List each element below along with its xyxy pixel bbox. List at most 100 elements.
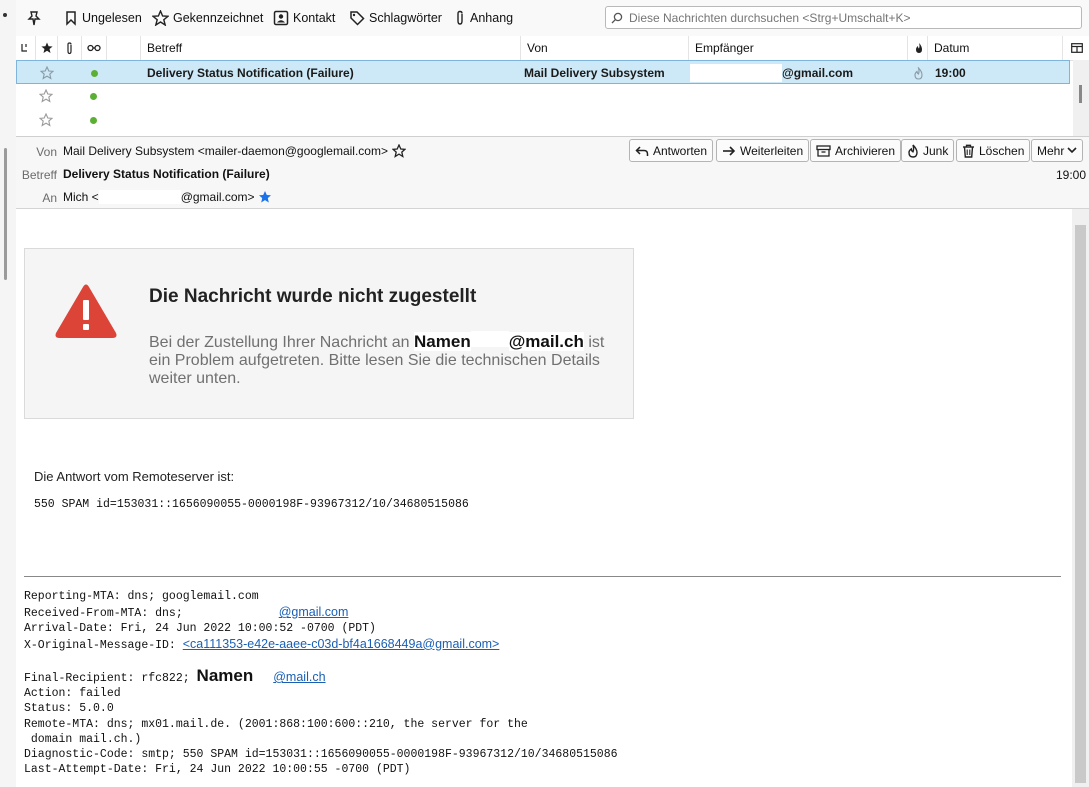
body-scrollbar[interactable] <box>1072 209 1089 787</box>
pin-filter-button[interactable] <box>26 8 46 28</box>
column-junk[interactable] <box>908 36 928 60</box>
delete-label: Löschen <box>979 143 1025 158</box>
more-button[interactable]: Mehr <box>1031 139 1084 162</box>
row-subject: Delivery Status Notification (Failure) <box>147 66 354 80</box>
attachment-filter-button[interactable]: Anhang <box>454 8 513 28</box>
delete-button[interactable]: Löschen <box>956 139 1031 162</box>
row-junk[interactable] <box>913 61 924 85</box>
body-scrollbar-thumb[interactable] <box>1075 225 1086 783</box>
remote-server-label: Die Antwort vom Remoteserver ist: <box>34 469 235 484</box>
star-outline-icon[interactable] <box>391 144 406 158</box>
attachment-filter-label: Anhang <box>470 11 514 25</box>
card-description: Bei der Zustellung Ihrer Nachricht an Na… <box>149 331 619 388</box>
row-recipient: @gmail.com <box>782 66 854 80</box>
thread-column-icon <box>21 44 27 52</box>
column-read-status[interactable] <box>82 36 107 60</box>
pin-icon <box>27 11 41 26</box>
read-status-column-icon <box>87 44 101 52</box>
warning-icon <box>55 284 117 338</box>
more-label: Mehr <box>1037 143 1065 158</box>
thread-scrollbar[interactable] <box>1073 60 1089 136</box>
report-line: Action: failed <box>24 687 121 701</box>
subject-value: Delivery Status Notification (Failure) <box>63 167 270 181</box>
trash-icon <box>963 144 974 158</box>
final-recipient-link[interactable]: @mail.ch <box>273 670 325 684</box>
to-value[interactable]: Mich < @gmail.com> <box>63 190 272 204</box>
column-date-label: Datum <box>934 41 970 55</box>
contact-filter-label: Kontakt <box>293 11 336 25</box>
report-line: X-Original-Message-ID: <box>24 638 176 652</box>
row-date: 19:00 <box>935 66 966 80</box>
report-line: Reporting-MTA: dns; googlemail.com <box>24 590 259 603</box>
contact-filter-button[interactable]: Kontakt <box>273 8 335 28</box>
star-filled-icon[interactable] <box>258 190 272 204</box>
forward-label: Weiterleiten <box>740 143 804 158</box>
report-line: Last-Attempt-Date: Fri, 24 Jun 2022 10:0… <box>24 763 411 777</box>
column-subject[interactable]: Betreff <box>141 36 521 60</box>
starred-filter-button[interactable]: Gekennzeichnet <box>152 8 263 28</box>
star-column-icon <box>41 42 53 53</box>
column-from[interactable]: Von <box>521 36 689 60</box>
unread-filter-label: Ungelesen <box>82 11 142 25</box>
row-star[interactable] <box>39 84 53 108</box>
column-attachment[interactable] <box>58 36 82 60</box>
column-thread[interactable] <box>16 36 36 60</box>
card-redacted <box>470 331 509 347</box>
unread-dot-icon <box>90 92 97 100</box>
to-label: An <box>42 191 57 205</box>
to-redacted <box>98 190 181 204</box>
column-header-row: Betreff Von Empfänger Datum <box>16 36 1089 61</box>
report-line: Arrival-Date: Fri, 24 Jun 2022 10:00:52 … <box>24 622 376 636</box>
unread-filter-button[interactable]: Ungelesen <box>64 8 142 28</box>
tags-filter-label: Schlagwörter <box>369 11 442 25</box>
column-picker[interactable] <box>1063 36 1089 60</box>
pane-splitter[interactable] <box>4 148 7 280</box>
thread-scrollbar-thumb[interactable] <box>1079 85 1082 103</box>
tags-filter-button[interactable]: Schlagwörter <box>349 8 442 28</box>
message-row-empty[interactable] <box>16 84 1070 108</box>
from-address[interactable]: Mail Delivery Subsystem <mailer-daemon@g… <box>63 144 388 158</box>
column-spacer <box>107 36 141 60</box>
bookmark-icon <box>66 11 76 26</box>
report-line: Final-Recipient: rfc822; <box>24 672 190 686</box>
column-date[interactable]: Datum <box>928 36 1063 60</box>
card-title: Die Nachricht wurde nicht zugestellt <box>149 286 477 307</box>
reply-button[interactable]: Antworten <box>629 139 714 162</box>
paperclip-icon <box>457 10 463 25</box>
row-read-status[interactable] <box>91 61 98 85</box>
attachment-column-icon <box>67 41 72 54</box>
column-recipient-label: Empfänger <box>695 41 754 55</box>
delivery-failure-card: Die Nachricht wurde nicht zugestellt Bei… <box>24 248 634 419</box>
unread-dot-icon <box>90 116 97 124</box>
junk-button[interactable]: Junk <box>901 139 955 162</box>
star-outline-icon <box>40 66 54 80</box>
column-subject-label: Betreff <box>147 41 183 55</box>
forward-button[interactable]: Weiterleiten <box>716 139 810 162</box>
unread-dot-icon <box>91 69 98 77</box>
row-read-status[interactable] <box>90 84 97 108</box>
column-starred[interactable] <box>36 36 58 60</box>
column-recipient[interactable]: Empfänger <box>689 36 908 60</box>
reply-label: Antworten <box>653 143 708 158</box>
star-outline-icon <box>39 89 53 103</box>
archive-button[interactable]: Archivieren <box>810 139 902 162</box>
chevron-down-icon <box>1067 147 1077 154</box>
search-input[interactable] <box>627 9 1071 26</box>
to-suffix: @gmail.com> <box>180 190 255 204</box>
row-star[interactable] <box>39 108 53 132</box>
final-recipient-redacted <box>253 669 274 682</box>
received-from-link[interactable]: @gmail.com <box>279 605 349 619</box>
from-value[interactable]: Mail Delivery Subsystem <mailer-daemon@g… <box>63 144 406 158</box>
report-line: Diagnostic-Code: smtp; 550 SPAM id=15303… <box>24 748 618 762</box>
search-box[interactable] <box>605 6 1082 29</box>
report-line: Status: 5.0.0 <box>24 702 114 716</box>
original-message-id-link[interactable]: <ca111353-e42e-aaee-c03d-bf4a1668449a@gm… <box>183 637 500 651</box>
row-recipient-redacted <box>690 61 782 85</box>
row-read-status[interactable] <box>90 108 97 132</box>
message-body: Die Nachricht wurde nicht zugestellt Bei… <box>16 209 1072 787</box>
menu-dot-icon[interactable] <box>3 13 7 17</box>
message-row[interactable]: Delivery Status Notification (Failure) M… <box>16 60 1070 84</box>
message-row-empty[interactable] <box>16 108 1070 132</box>
row-star[interactable] <box>40 61 54 85</box>
delivery-report: Reporting-MTA: dns; googlemail.com Recei… <box>24 589 618 777</box>
